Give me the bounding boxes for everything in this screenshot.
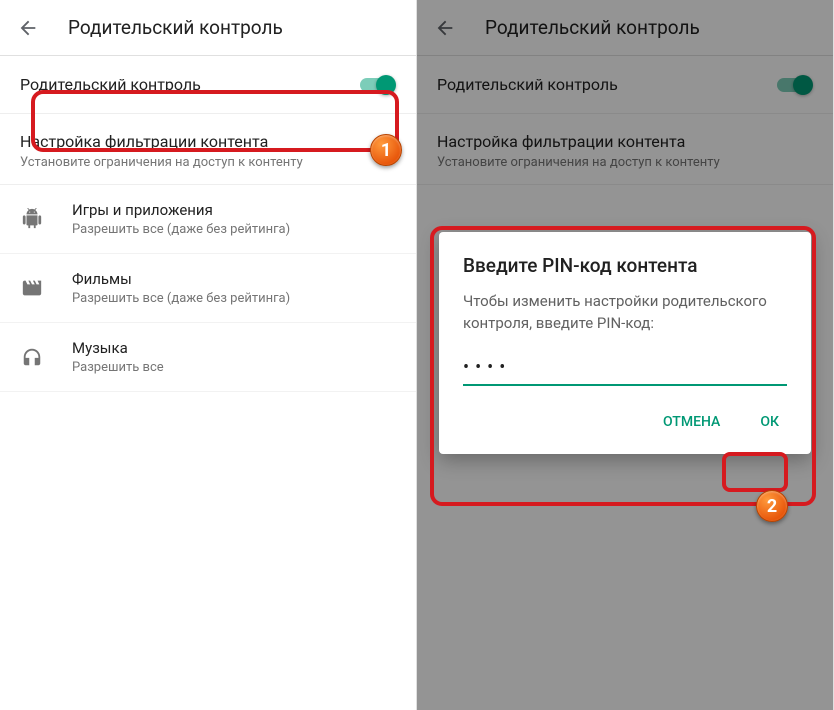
- item-title: Игры и приложения: [72, 201, 290, 219]
- item-subtitle: Разрешить все (даже без рейтинга): [72, 291, 290, 306]
- page-title: Родительский контроль: [68, 16, 283, 39]
- item-music[interactable]: Музыка Разрешить все: [0, 323, 416, 392]
- screen-left: Родительский контроль Родительский контр…: [0, 0, 417, 710]
- item-subtitle: Разрешить все: [72, 360, 164, 375]
- headphones-icon: [20, 345, 44, 369]
- section-header: Настройка фильтрации контента Установите…: [0, 114, 416, 185]
- cancel-button[interactable]: ОТМЕНА: [655, 408, 728, 436]
- item-title: Фильмы: [72, 270, 290, 288]
- item-title: Музыка: [72, 339, 164, 357]
- header: Родительский контроль: [0, 0, 416, 56]
- item-subtitle: Разрешить все (даже без рейтинга): [72, 222, 290, 237]
- ok-button[interactable]: ОК: [752, 408, 787, 436]
- parental-control-toggle-row[interactable]: Родительский контроль: [0, 56, 416, 114]
- pin-dialog: Введите PIN-код контента Чтобы изменить …: [439, 232, 811, 454]
- item-games-apps[interactable]: Игры и приложения Разрешить все (даже бе…: [0, 185, 416, 254]
- screen-right: Родительский контроль Родительский контр…: [417, 0, 834, 710]
- dialog-body: Чтобы изменить настройки родительского к…: [463, 291, 787, 335]
- section-title: Настройка фильтрации контента: [20, 132, 396, 151]
- section-subtitle: Установите ограничения на доступ к конте…: [20, 155, 396, 170]
- toggle-label: Родительский контроль: [20, 75, 201, 94]
- film-icon: [20, 276, 44, 300]
- dialog-title: Введите PIN-код контента: [463, 254, 787, 277]
- step-badge-1: 1: [370, 134, 402, 166]
- toggle-switch[interactable]: [360, 75, 396, 95]
- back-icon[interactable]: [16, 16, 40, 40]
- pin-input[interactable]: ••••: [463, 353, 787, 386]
- dialog-actions: ОТМЕНА ОК: [463, 408, 787, 442]
- android-icon: [20, 207, 44, 231]
- step-badge-2: 2: [756, 490, 788, 522]
- item-movies[interactable]: Фильмы Разрешить все (даже без рейтинга): [0, 254, 416, 323]
